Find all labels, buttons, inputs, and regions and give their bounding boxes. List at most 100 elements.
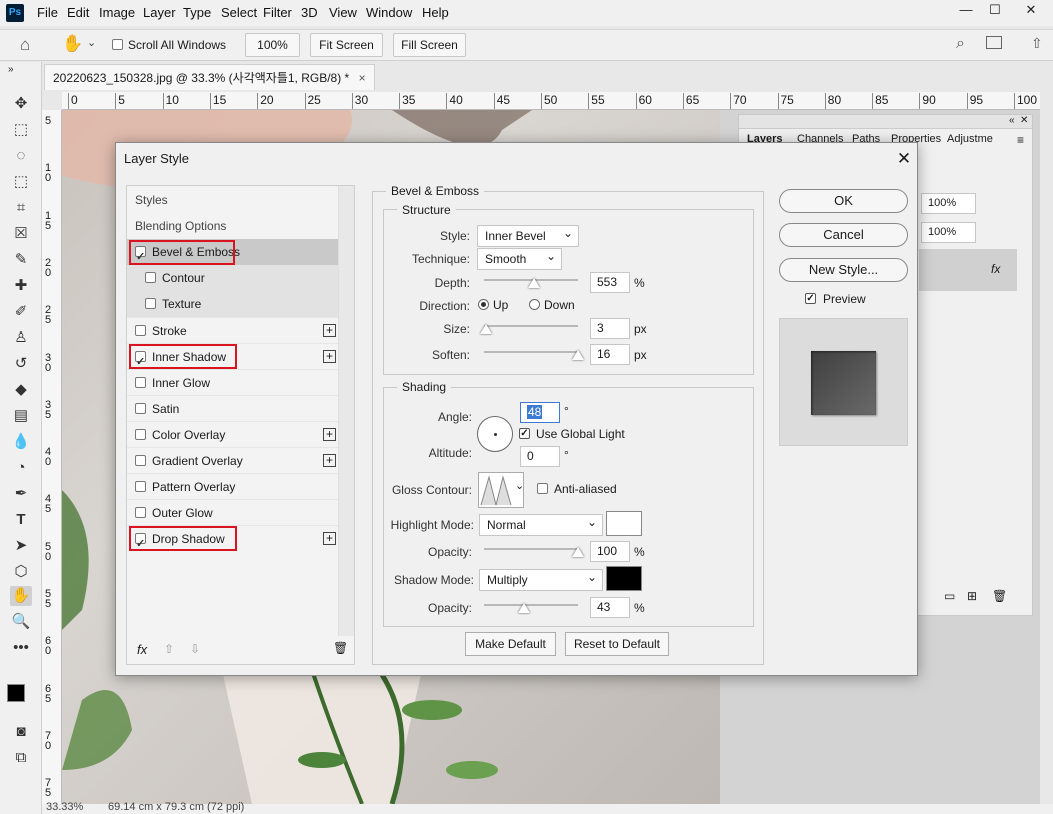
style-item[interactable]: Contour [127,265,338,291]
down-radio-dot[interactable] [529,299,540,310]
panel-close-icon[interactable]: ✕ [1020,115,1028,126]
size-slider[interactable] [479,324,578,334]
menu-select[interactable]: Select [221,5,257,20]
style-item[interactable]: Color Overlay + [127,421,338,447]
soften-slider[interactable] [484,350,584,360]
style-item-checkbox[interactable] [145,272,156,283]
menu-help[interactable]: Help [422,5,449,20]
direction-down-radio[interactable]: Down [529,298,575,312]
depth-input[interactable]: 553 [590,272,630,293]
style-item-checkbox[interactable] [135,507,146,518]
soften-input[interactable]: 16 [590,344,630,365]
angle-dial[interactable] [477,416,513,452]
shape-tool-icon[interactable]: ⬡ [10,562,32,582]
highlight-opacity-input[interactable]: 100 [590,541,630,562]
zoom-100-button[interactable]: 100% [245,33,300,57]
soften-slider-thumb[interactable] [572,350,584,360]
style-item-checkbox[interactable] [135,455,146,466]
brush-tool-icon[interactable]: ✐ [10,302,32,322]
angle-input[interactable]: 48 [520,402,560,423]
lasso-tool-icon[interactable]: ◌ [10,146,32,166]
workspace-icon[interactable] [986,36,1002,49]
hand-tool-active-icon[interactable]: ✋ [10,586,32,606]
highlight-opacity-slider[interactable] [484,547,584,557]
preview-checkbox[interactable]: ✓ [805,293,816,304]
make-default-button[interactable]: Make Default [465,632,556,656]
delete-layer-icon[interactable]: 🗑 [992,589,1007,603]
style-item-checkbox[interactable] [135,377,146,388]
style-item[interactable]: Satin [127,395,338,421]
menu-file[interactable]: File [37,5,58,20]
cancel-button[interactable]: Cancel [779,223,908,247]
menu-filter[interactable]: Filter [263,5,292,20]
style-select[interactable]: Inner Bevel [477,223,579,247]
new-layer-icon[interactable]: ⊞ [967,589,977,603]
shadow-opacity-input[interactable]: 43 [590,597,630,618]
menu-window[interactable]: Window [366,5,412,20]
more-tools-icon[interactable]: ••• [10,638,32,658]
global-light-checkbox[interactable]: ✓ [519,428,530,439]
eyedropper-tool-icon[interactable]: ✎ [10,250,32,270]
style-item-checkbox[interactable] [145,298,156,309]
style-item[interactable]: Texture [127,291,338,317]
style-item-checkbox[interactable] [135,429,146,440]
tab-adjustments[interactable]: Adjustme [947,133,993,145]
gloss-contour-picker[interactable]: ⌄ [478,472,524,508]
add-style-instance-icon[interactable]: + [323,532,336,545]
status-zoom[interactable]: 33.33% [46,801,83,813]
document-tab[interactable]: 20220623_150328.jpg @ 33.3% (사각액자틀1, RGB… [44,64,375,90]
marquee-tool-icon[interactable]: ⬚ [10,120,32,140]
move-tool-icon[interactable]: ✥ [10,94,32,114]
selected-layer-row[interactable] [919,249,1017,291]
path-select-tool-icon[interactable]: ➤ [10,536,32,556]
foreground-color-swatch[interactable] [7,684,25,702]
healing-tool-icon[interactable]: ✚ [10,276,32,296]
zoom-tool-icon[interactable]: 🔍 [10,612,32,632]
style-item-checkbox[interactable] [135,325,146,336]
eraser-tool-icon[interactable]: ◆ [10,380,32,400]
collapse-tools-icon[interactable]: » [8,64,14,75]
reset-default-button[interactable]: Reset to Default [565,632,669,656]
scroll-all-windows-checkbox[interactable] [112,39,123,50]
style-item[interactable]: Outer Glow [127,499,338,525]
minimize-button[interactable]: — [951,0,981,20]
close-window-button[interactable]: ✕ [1016,0,1046,20]
move-down-icon[interactable]: ⇩ [190,642,200,656]
frame-tool-icon[interactable]: ☒ [10,224,32,244]
style-item[interactable]: Pattern Overlay [127,473,338,499]
screen-mode-icon[interactable]: ⧉ [10,748,32,768]
direction-up-radio[interactable]: Up [478,298,508,312]
move-up-icon[interactable]: ⇧ [164,642,174,656]
new-style-button[interactable]: New Style... [779,258,908,282]
anti-aliased-checkbox[interactable] [537,483,548,494]
highlight-opacity-thumb[interactable] [572,547,584,557]
size-input[interactable]: 3 [590,318,630,339]
share-icon[interactable]: ⇧ [1031,35,1043,52]
type-tool-icon[interactable]: T [10,510,32,530]
ok-button[interactable]: OK [779,189,908,213]
new-group-icon[interactable]: ▭ [944,589,955,603]
altitude-input[interactable]: 0 [520,446,560,467]
dialog-close-button[interactable]: ✕ [892,147,916,171]
tool-preset-chevron-icon[interactable]: ⌄ [87,36,96,49]
add-style-instance-icon[interactable]: + [323,428,336,441]
home-icon[interactable]: ⌂ [20,35,30,55]
size-slider-thumb[interactable] [479,324,492,334]
technique-select[interactable]: Smooth [477,246,562,270]
shadow-opacity-thumb[interactable] [518,603,531,613]
dodge-tool-icon[interactable]: ◔ [10,458,32,478]
style-item[interactable]: Inner Glow [127,369,338,395]
menu-image[interactable]: Image [99,5,135,20]
search-icon[interactable]: ⌕ [956,35,965,53]
styles-scrollbar[interactable] [338,186,354,636]
blending-options[interactable]: Blending Options [127,213,338,239]
history-brush-tool-icon[interactable]: ↺ [10,354,32,374]
menu-3d[interactable]: 3D [301,5,318,20]
add-style-instance-icon[interactable]: + [323,324,336,337]
shadow-color-swatch[interactable] [606,566,642,591]
up-radio-dot[interactable] [478,299,489,310]
style-item[interactable]: Stroke + [127,317,338,343]
fit-screen-button[interactable]: Fit Screen [310,33,383,57]
layer-fill-field[interactable]: 100% [921,222,976,243]
styles-header[interactable]: Styles [127,187,338,213]
